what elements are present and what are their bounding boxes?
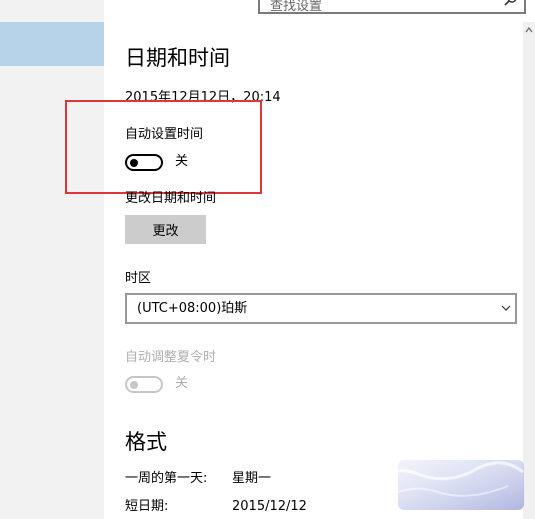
toggle-knob bbox=[130, 380, 138, 389]
change-datetime-button[interactable]: 更改 bbox=[125, 215, 206, 244]
short-date-label: 短日期: bbox=[125, 499, 169, 514]
red-highlight-annotation bbox=[65, 100, 262, 194]
search-icon[interactable] bbox=[504, 0, 518, 7]
format-section-title: 格式 bbox=[125, 430, 167, 454]
page-title: 日期和时间 bbox=[125, 46, 230, 70]
nav-item-date-time-selected[interactable] bbox=[0, 22, 104, 66]
scroll-up-arrow-icon[interactable] bbox=[525, 26, 533, 34]
dst-state: 关 bbox=[175, 376, 189, 391]
first-day-of-week-label: 一周的第一天: bbox=[125, 471, 208, 486]
settings-window: 查找设置 日期和时间 2015年12月12日，20:14 自动设置时间 关 更改… bbox=[0, 0, 535, 519]
chevron-down-icon bbox=[501, 305, 511, 311]
change-datetime-label: 更改日期和时间 bbox=[125, 191, 217, 206]
watermark-logo bbox=[366, 460, 524, 510]
vertical-scrollbar[interactable] bbox=[523, 22, 535, 519]
dst-toggle[interactable] bbox=[125, 376, 163, 393]
timezone-selected-value: (UTC+08:00)珀斯 bbox=[137, 301, 248, 316]
dst-label: 自动调整夏令时 bbox=[125, 350, 217, 365]
timezone-label: 时区 bbox=[125, 271, 152, 286]
first-day-of-week-value: 星期一 bbox=[232, 471, 272, 486]
short-date-value: 2015/12/12 bbox=[232, 499, 307, 514]
search-box[interactable]: 查找设置 bbox=[258, 0, 526, 14]
timezone-dropdown[interactable]: (UTC+08:00)珀斯 bbox=[125, 293, 517, 324]
search-input-placeholder[interactable]: 查找设置 bbox=[270, 0, 322, 14]
left-navigation-pane bbox=[0, 0, 104, 519]
